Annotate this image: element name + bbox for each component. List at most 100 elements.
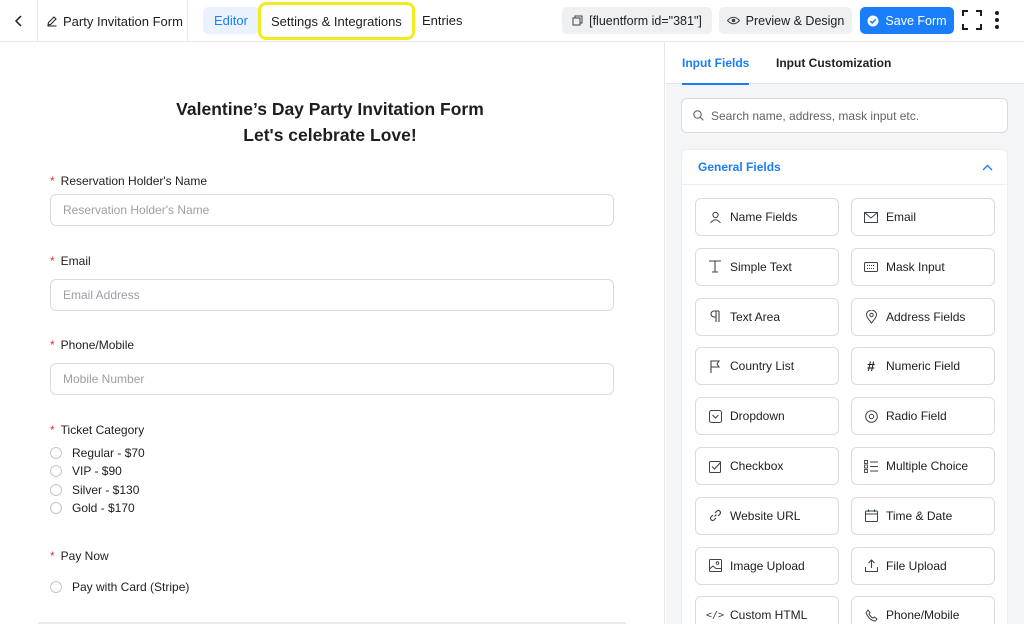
field-button-label: Time & Date bbox=[886, 508, 953, 523]
radio-icon bbox=[864, 409, 878, 423]
code-icon: </> bbox=[705, 609, 725, 621]
chevron-up-icon bbox=[982, 164, 993, 170]
field-search[interactable] bbox=[681, 98, 1008, 133]
field-button-checkbox[interactable]: Checkbox bbox=[695, 447, 839, 485]
fields-panel: Input Fields Input Customization General… bbox=[666, 42, 1024, 624]
phone-input[interactable] bbox=[50, 363, 614, 395]
field-button-label: Address Fields bbox=[886, 309, 966, 324]
field-button-country-list[interactable]: Country List bbox=[695, 347, 839, 386]
field-button-label: Radio Field bbox=[886, 409, 947, 424]
field-button-label: Custom HTML bbox=[730, 608, 808, 623]
tab-editor[interactable]: Editor bbox=[203, 7, 259, 34]
email-label: * Email bbox=[50, 254, 91, 268]
field-button-image-upload[interactable]: Image Upload bbox=[695, 546, 839, 585]
form-title-text: Party Invitation Form bbox=[63, 13, 183, 29]
panel-tabs: Input Fields Input Customization bbox=[666, 42, 1024, 85]
person-icon bbox=[708, 210, 722, 224]
field-button-email[interactable]: Email bbox=[851, 198, 995, 236]
chevron-left-icon bbox=[14, 15, 22, 27]
field-button-multiple-choice[interactable]: Multiple Choice bbox=[851, 447, 995, 485]
radio-option[interactable]: Gold - $170 bbox=[50, 501, 135, 515]
flag-icon bbox=[708, 359, 722, 373]
radio-option[interactable]: Silver - $130 bbox=[50, 483, 139, 497]
back-button[interactable] bbox=[0, 0, 38, 42]
image-icon bbox=[708, 559, 722, 573]
ticket-label: * Ticket Category bbox=[50, 423, 145, 437]
field-button-label: Phone/Mobile bbox=[886, 608, 960, 623]
form-heading-line1: Valentine’s Day Party Invitation Form bbox=[176, 99, 484, 119]
field-button-label: Text Area bbox=[730, 309, 781, 324]
hash-icon: # bbox=[867, 358, 875, 375]
field-button-label: Numeric Field bbox=[886, 359, 961, 374]
field-button-address-fields[interactable]: Address Fields bbox=[851, 297, 995, 336]
field-button-label: Country List bbox=[730, 359, 795, 374]
pay-label: * Pay Now bbox=[50, 549, 109, 563]
email-input[interactable] bbox=[50, 279, 614, 311]
eye-icon bbox=[726, 16, 740, 25]
more-options-icon[interactable] bbox=[990, 9, 1004, 31]
tab-settings-integrations[interactable]: Settings & Integrations bbox=[258, 2, 415, 40]
radio-option[interactable]: Regular - $70 bbox=[50, 446, 145, 460]
field-button-label: Multiple Choice bbox=[886, 459, 969, 473]
preview-label: Preview & Design bbox=[745, 13, 845, 28]
save-form-button[interactable]: Save Form bbox=[860, 7, 954, 34]
radio-option[interactable]: VIP - $90 bbox=[50, 464, 122, 478]
form-title[interactable]: Party Invitation Form bbox=[46, 0, 183, 42]
copy-icon bbox=[572, 15, 583, 26]
shortcode-text: [fluentform id="381"] bbox=[589, 13, 702, 28]
radio-icon bbox=[50, 581, 62, 593]
field-button-name-fields[interactable]: Name Fields bbox=[695, 198, 839, 236]
radio-icon bbox=[50, 465, 62, 477]
search-input[interactable] bbox=[711, 108, 1001, 123]
field-button-label: Mask Input bbox=[886, 259, 945, 274]
shortcode-button[interactable]: [fluentform id="381"] bbox=[562, 7, 712, 34]
field-button-dropdown[interactable]: Dropdown bbox=[695, 397, 839, 436]
radio-option[interactable]: Pay with Card (Stripe) bbox=[50, 580, 189, 594]
preview-design-button[interactable]: Preview & Design bbox=[719, 7, 852, 34]
name-input[interactable] bbox=[50, 194, 614, 226]
field-button-label: Website URL bbox=[730, 508, 801, 523]
text-cursor-icon bbox=[708, 260, 722, 274]
field-button-website-url[interactable]: Website URL bbox=[695, 496, 839, 535]
tab-entries[interactable]: Entries bbox=[411, 7, 473, 34]
top-bar: Party Invitation Form Editor Settings & … bbox=[0, 0, 1024, 42]
field-button-label: File Upload bbox=[886, 558, 947, 573]
field-button-label: Email bbox=[886, 210, 917, 224]
tab-input-fields[interactable]: Input Fields bbox=[682, 42, 750, 85]
field-button-time-date[interactable]: Time & Date bbox=[851, 496, 995, 535]
field-button-text-area[interactable]: Text Area bbox=[695, 297, 839, 336]
radio-icon bbox=[50, 484, 62, 496]
field-button-file-upload[interactable]: File Upload bbox=[851, 546, 995, 585]
paragraph-icon bbox=[708, 310, 722, 324]
field-button-numeric-field[interactable]: # Numeric Field bbox=[851, 347, 995, 386]
field-button-custom-html[interactable]: </> Custom HTML bbox=[695, 596, 839, 624]
pencil-icon bbox=[47, 16, 57, 27]
link-icon bbox=[708, 509, 722, 523]
check-circle-icon bbox=[867, 15, 879, 26]
list-icon bbox=[864, 459, 878, 473]
field-button-label: Dropdown bbox=[730, 409, 785, 424]
search-icon bbox=[693, 110, 704, 121]
field-button-mask-input[interactable]: Mask Input bbox=[851, 247, 995, 286]
checkbox-icon bbox=[708, 459, 722, 473]
calendar-icon bbox=[864, 509, 878, 523]
map-pin-icon bbox=[864, 309, 878, 324]
field-button-radio-field[interactable]: Radio Field bbox=[851, 397, 995, 436]
field-button-simple-text[interactable]: Simple Text bbox=[695, 247, 839, 286]
radio-icon bbox=[50, 447, 62, 459]
save-label: Save Form bbox=[885, 13, 947, 28]
form-canvas: Valentine’s Day Party Invitation Form Le… bbox=[0, 42, 665, 624]
tab-input-customization[interactable]: Input Customization bbox=[776, 42, 891, 84]
form-heading-line2: Let's celebrate Love! bbox=[243, 125, 417, 145]
keyboard-icon bbox=[864, 260, 878, 274]
phone-icon bbox=[864, 608, 878, 622]
general-fields-header[interactable]: General Fields bbox=[682, 150, 1009, 185]
form-heading: Valentine’s Day Party Invitation Form Le… bbox=[0, 96, 660, 148]
phone-label: * Phone/Mobile bbox=[50, 338, 135, 352]
field-button-label: Name Fields bbox=[730, 210, 798, 224]
field-button-label: Image Upload bbox=[730, 558, 805, 573]
section-title: General Fields bbox=[698, 160, 781, 174]
radio-icon bbox=[50, 502, 62, 514]
field-button-phone-mobile[interactable]: Phone/Mobile bbox=[851, 596, 995, 624]
fullscreen-icon[interactable] bbox=[961, 9, 983, 31]
